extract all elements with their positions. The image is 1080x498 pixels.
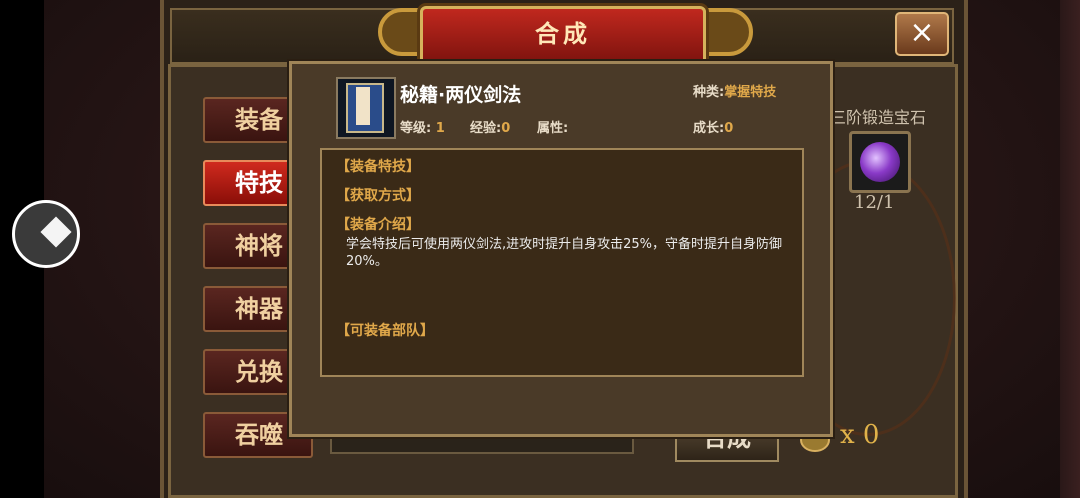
close-icon: × <box>909 15 935 50</box>
category-field: 种类:掌握特技 <box>693 81 776 100</box>
growth-value: 0 <box>724 121 734 136</box>
gem-count: 12/1 <box>854 192 895 213</box>
section-equip-skill: 【装备特技】 <box>336 159 420 175</box>
book-label-icon <box>356 87 370 125</box>
gem-name: 三阶锻造宝石 <box>830 108 927 127</box>
level-field: 等级: 1 <box>400 117 445 136</box>
item-icon-frame <box>336 77 396 139</box>
growth-field: 成长:0 <box>693 117 733 136</box>
close-button[interactable]: × <box>895 12 949 56</box>
section-obtain: 【获取方式】 <box>336 188 420 204</box>
gem-slot[interactable] <box>849 131 911 193</box>
category-value: 掌握特技 <box>724 85 777 100</box>
exp-value: 0 <box>501 121 511 136</box>
purple-gem-icon <box>860 142 900 182</box>
item-name: 秘籍·两仪剑法 <box>400 84 522 106</box>
level-label: 等级: <box>400 121 432 136</box>
dialog-title: 合成 <box>535 20 591 48</box>
attr-field: 属性: <box>537 117 568 136</box>
floating-assist-button[interactable] <box>12 200 80 268</box>
section-troops: 【可装备部队】 <box>336 323 434 339</box>
exp-label: 经验: <box>470 121 502 136</box>
level-value: 1 <box>435 121 445 136</box>
attr-label: 属性: <box>537 121 569 136</box>
intro-text: 学会特技后可使用两仪剑法,进攻时提升自身攻击25%，守备时提升自身防御20%。 <box>346 237 783 269</box>
category-label: 种类: <box>693 85 725 100</box>
coin-count: x 0 <box>840 420 880 450</box>
section-intro: 【装备介绍】 <box>336 217 420 233</box>
assist-icon <box>40 216 72 248</box>
right-edge-bar <box>1060 0 1080 498</box>
skill-book-icon <box>346 83 384 133</box>
exp-field: 经验:0 <box>470 117 510 136</box>
growth-label: 成长: <box>693 121 725 136</box>
